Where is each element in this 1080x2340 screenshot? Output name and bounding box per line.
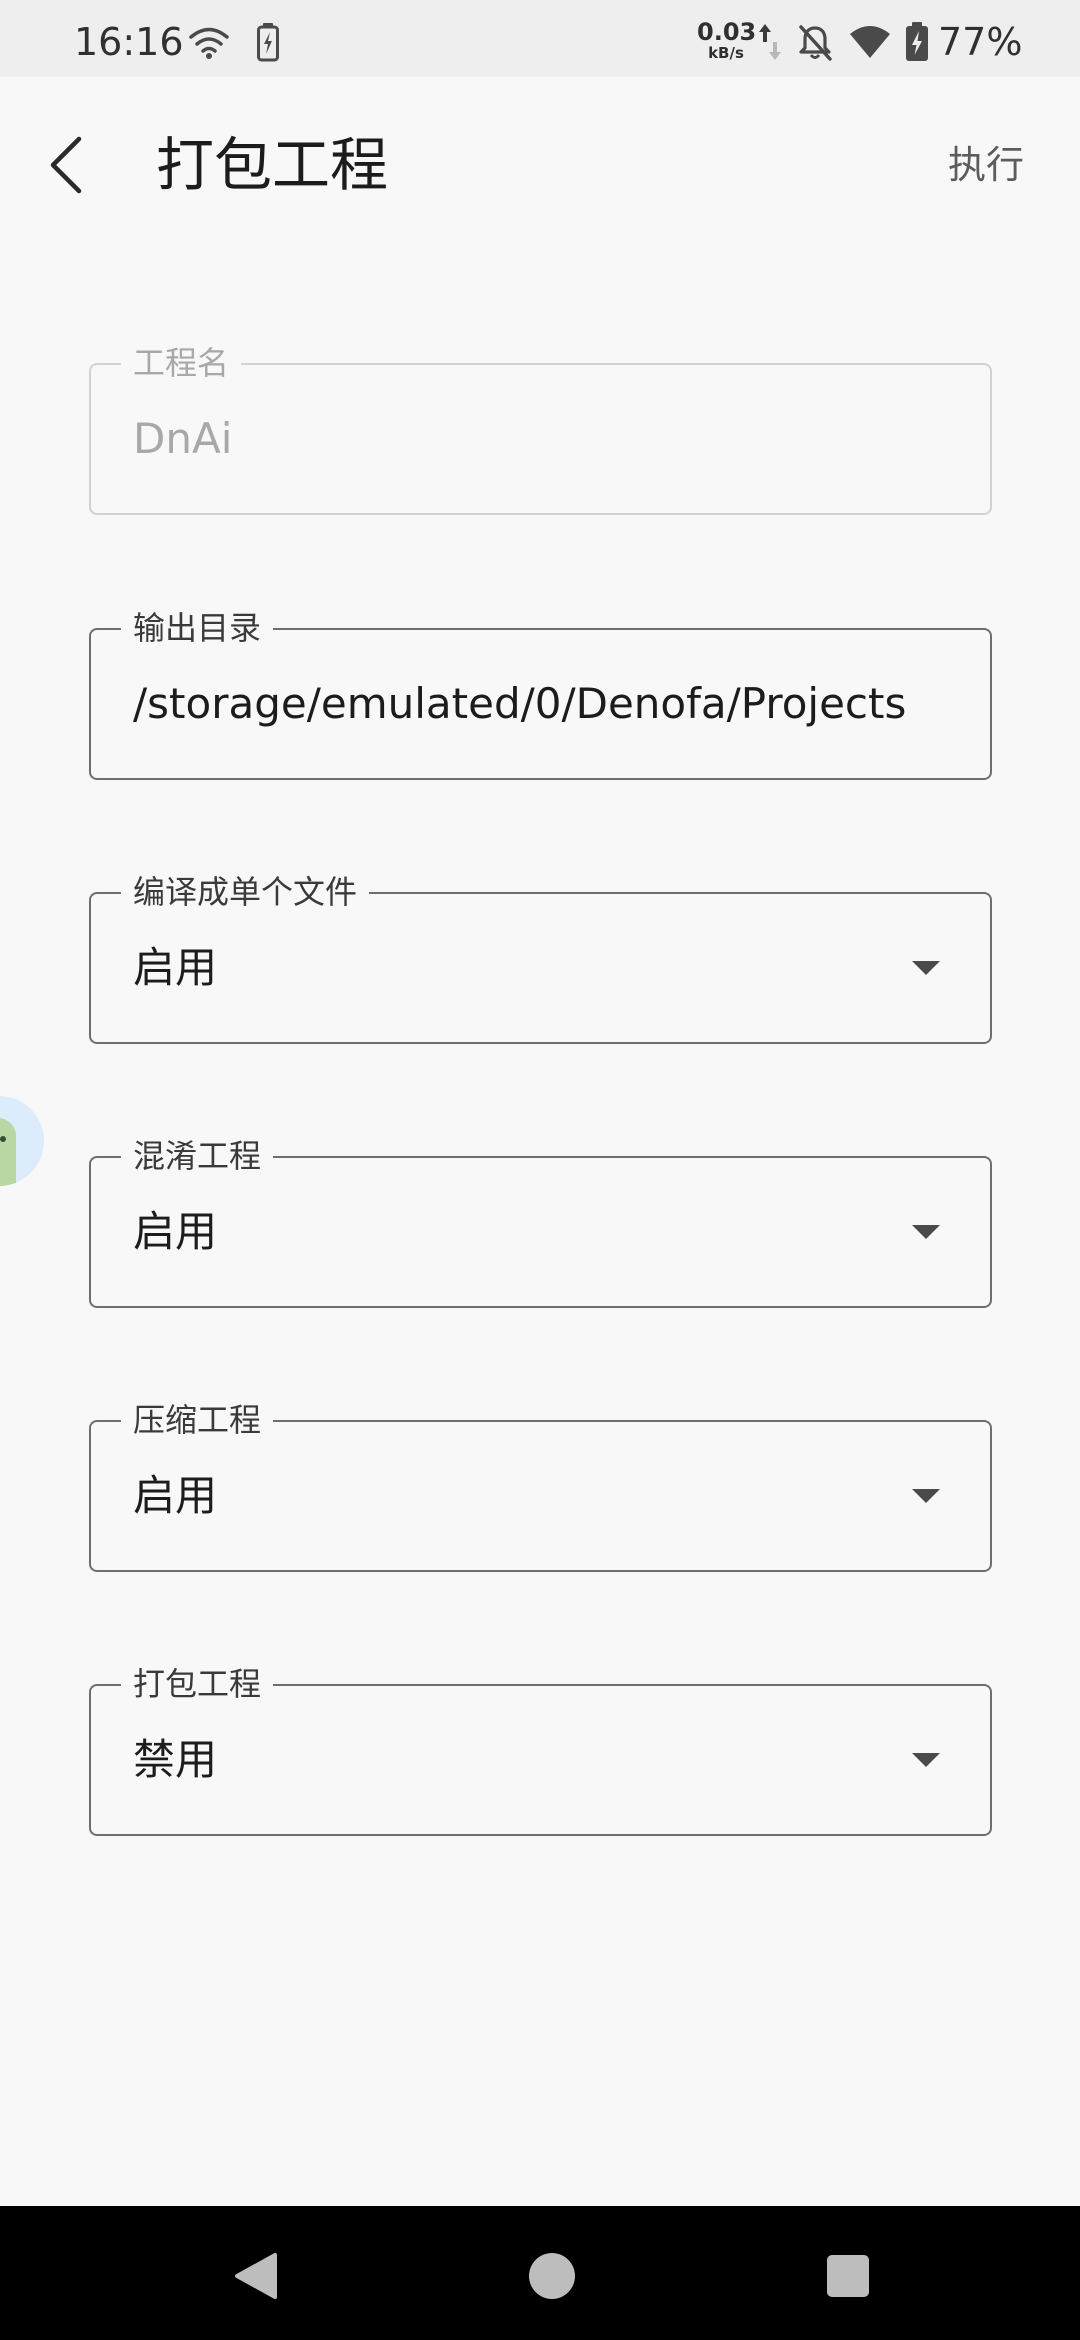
dropdown-arrow-icon (912, 1225, 940, 1239)
wifi-icon (850, 26, 890, 58)
single-file-label: 编译成单个文件 (121, 872, 370, 912)
upload-download-icon (759, 24, 781, 60)
project-name-label: 工程名 (121, 343, 242, 383)
dropdown-arrow-icon (912, 1489, 940, 1503)
mascot-eye (0, 1136, 6, 1142)
nav-home-icon (529, 2253, 575, 2299)
network-speed: 0.03 kB/s (697, 18, 757, 62)
notifications-off-icon (799, 25, 832, 61)
execute-button[interactable]: 执行 (948, 140, 1024, 190)
battery-icon (906, 22, 928, 61)
navigation-bar (0, 2206, 1080, 2340)
dropdown-arrow-icon (912, 961, 940, 975)
nav-home-button[interactable] (522, 2246, 582, 2306)
obfuscate-value: 启用 (133, 1207, 218, 1256)
obfuscate-label: 混淆工程 (121, 1136, 274, 1176)
compress-select[interactable]: 压缩工程 启用 (89, 1400, 992, 1572)
battery-saver-icon (257, 23, 279, 62)
status-time: 16:16 (74, 20, 184, 64)
nav-back-button[interactable] (226, 2246, 286, 2306)
nav-recents-button[interactable] (818, 2246, 878, 2306)
package-select[interactable]: 打包工程 禁用 (89, 1664, 992, 1836)
battery-percent: 77% (938, 20, 1023, 64)
floating-assistant-bubble[interactable] (0, 1096, 44, 1186)
page-title: 打包工程 (156, 131, 389, 199)
network-speed-unit: kB/s (708, 44, 744, 62)
nav-back-icon (235, 2253, 277, 2299)
network-speed-value: 0.03 (697, 18, 757, 46)
single-file-value: 启用 (133, 943, 218, 992)
single-file-select[interactable]: 编译成单个文件 启用 (89, 872, 992, 1044)
nav-recents-icon (827, 2255, 869, 2297)
output-dir-label: 输出目录 (121, 608, 274, 648)
wifi-signal-icon (189, 27, 229, 59)
mascot-icon (0, 1118, 16, 1186)
output-dir-value: /storage/emulated/0/Denofa/Projects (133, 679, 907, 728)
output-dir-field[interactable]: 输出目录 /storage/emulated/0/Denofa/Projects (89, 608, 992, 780)
obfuscate-select[interactable]: 混淆工程 启用 (89, 1136, 992, 1308)
project-name-field: 工程名 DnAi (89, 343, 992, 515)
back-button[interactable] (38, 128, 94, 202)
chevron-left-icon (50, 136, 82, 194)
project-name-value: DnAi (133, 414, 233, 463)
compress-label: 压缩工程 (121, 1400, 274, 1440)
compress-value: 启用 (133, 1471, 218, 1520)
package-value: 禁用 (133, 1735, 218, 1784)
package-label: 打包工程 (121, 1664, 274, 1704)
status-bar: 16:16 0.03 kB/s 77% (0, 0, 1080, 77)
dropdown-arrow-icon (912, 1753, 940, 1767)
